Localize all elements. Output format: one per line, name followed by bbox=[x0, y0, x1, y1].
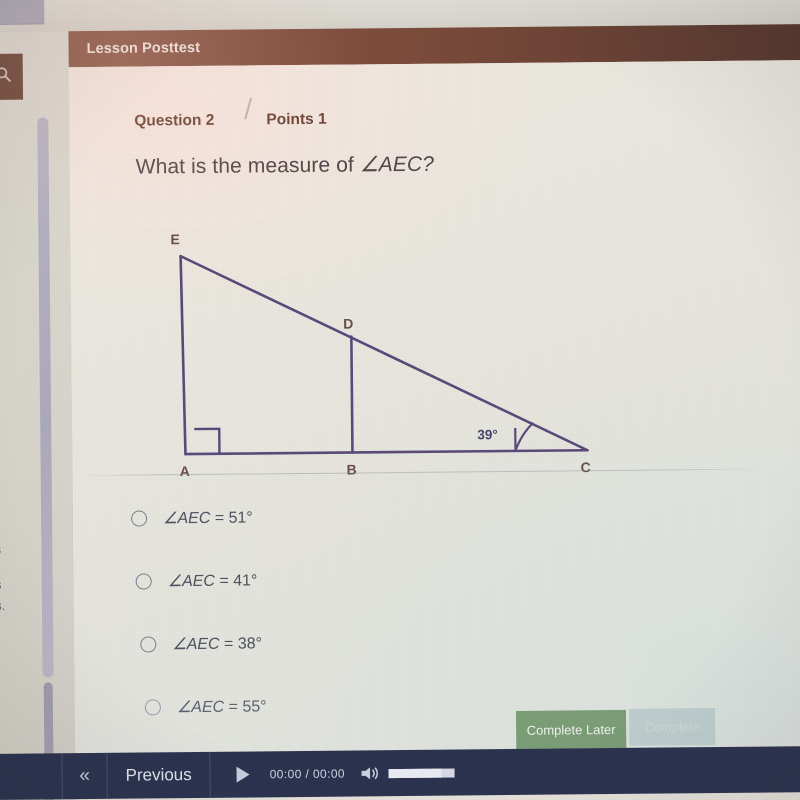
play-icon[interactable] bbox=[236, 766, 250, 783]
left-panel-fragment: th bbox=[0, 658, 19, 673]
segment-DB bbox=[350, 335, 354, 454]
current-time: 00:00 bbox=[269, 766, 302, 782]
segment-AC bbox=[184, 448, 589, 456]
left-panel-fragment: f bbox=[0, 732, 19, 747]
previous-chevron-icon[interactable]: « bbox=[62, 765, 106, 787]
toolbar-divider bbox=[209, 751, 211, 798]
segment-EA bbox=[179, 254, 187, 456]
vertex-label-E: E bbox=[170, 231, 179, 247]
search-button[interactable] bbox=[0, 53, 24, 101]
time-separator: / bbox=[305, 766, 310, 781]
player-toolbar: « Previous 00:00 / 00:00 bbox=[0, 745, 800, 800]
option-label-2[interactable]: ∠AEC = 41° bbox=[168, 570, 258, 591]
radio-option-2[interactable] bbox=[135, 572, 152, 590]
total-time: 00:00 bbox=[312, 766, 346, 781]
quiz-card: Lesson Posttest Question 2 Points 1 What… bbox=[68, 24, 800, 800]
page-title: Lesson Posttest bbox=[86, 39, 201, 58]
left-panel-fragment: es bbox=[0, 542, 17, 557]
left-panel-fragment: es. bbox=[0, 597, 6, 614]
question-meta: Question 2 Points 1 bbox=[134, 111, 327, 131]
question-prompt-prefix: What is the measure of bbox=[135, 153, 360, 179]
answer-options: ∠AEC = 51° ∠AEC = 41° ∠AEC = 38° ∠AEC = … bbox=[73, 480, 800, 739]
segment-EC bbox=[179, 254, 589, 452]
left-panel-fragment: f bbox=[0, 414, 16, 429]
vertex-label-B: B bbox=[347, 461, 357, 477]
volume-slider[interactable] bbox=[388, 768, 455, 778]
speaker-icon[interactable] bbox=[361, 765, 381, 781]
option-row-1[interactable]: ∠AEC = 51° bbox=[73, 480, 800, 550]
geometry-figure: E D A B C 39° bbox=[70, 180, 800, 477]
radio-option-4[interactable] bbox=[144, 698, 161, 716]
screen-surface: f es os es. th f Lesson Posttest Questio… bbox=[0, 0, 800, 800]
vertex-label-C: C bbox=[581, 459, 591, 475]
option-row-2[interactable]: ∠AEC = 41° bbox=[73, 543, 800, 613]
radio-option-1[interactable] bbox=[131, 509, 148, 527]
question-prompt-suffix: ? bbox=[422, 152, 435, 176]
question-points: Points 1 bbox=[266, 110, 327, 129]
complete-later-button[interactable]: Complete Later bbox=[515, 709, 627, 749]
browser-tab-stub[interactable] bbox=[0, 0, 45, 25]
option-label-1[interactable]: ∠AEC = 51° bbox=[163, 507, 253, 528]
complete-button: Complete bbox=[628, 708, 716, 746]
scrollbar-thumb[interactable] bbox=[37, 117, 54, 678]
quiz-body: Question 2 Points 1 What is the measure … bbox=[68, 60, 800, 768]
search-icon bbox=[0, 66, 11, 88]
screenshot-root: f es os es. th f Lesson Posttest Questio… bbox=[0, 0, 800, 800]
angle-arc-C bbox=[514, 421, 534, 452]
question-number: Question 2 bbox=[134, 111, 215, 130]
player-time-display: 00:00 / 00:00 bbox=[270, 767, 345, 782]
left-panel-fragment: os bbox=[0, 577, 18, 592]
question-prompt: What is the measure of ∠AEC? bbox=[136, 152, 434, 180]
option-row-3[interactable]: ∠AEC = 38° bbox=[74, 606, 800, 676]
vertex-label-D: D bbox=[343, 315, 353, 331]
volume-slider-fill bbox=[388, 768, 442, 778]
radio-option-3[interactable] bbox=[140, 635, 157, 653]
right-angle-marker bbox=[194, 427, 221, 454]
previous-button[interactable]: Previous bbox=[107, 765, 209, 786]
option-label-3[interactable]: ∠AEC = 38° bbox=[172, 633, 262, 654]
question-prompt-angle: ∠AEC bbox=[359, 152, 423, 177]
angle-label-39: 39° bbox=[477, 427, 498, 442]
option-label-4[interactable]: ∠AEC = 55° bbox=[177, 696, 267, 717]
left-panel-scrollbar[interactable] bbox=[37, 117, 55, 800]
left-panel: f es os es. th f bbox=[0, 31, 76, 800]
